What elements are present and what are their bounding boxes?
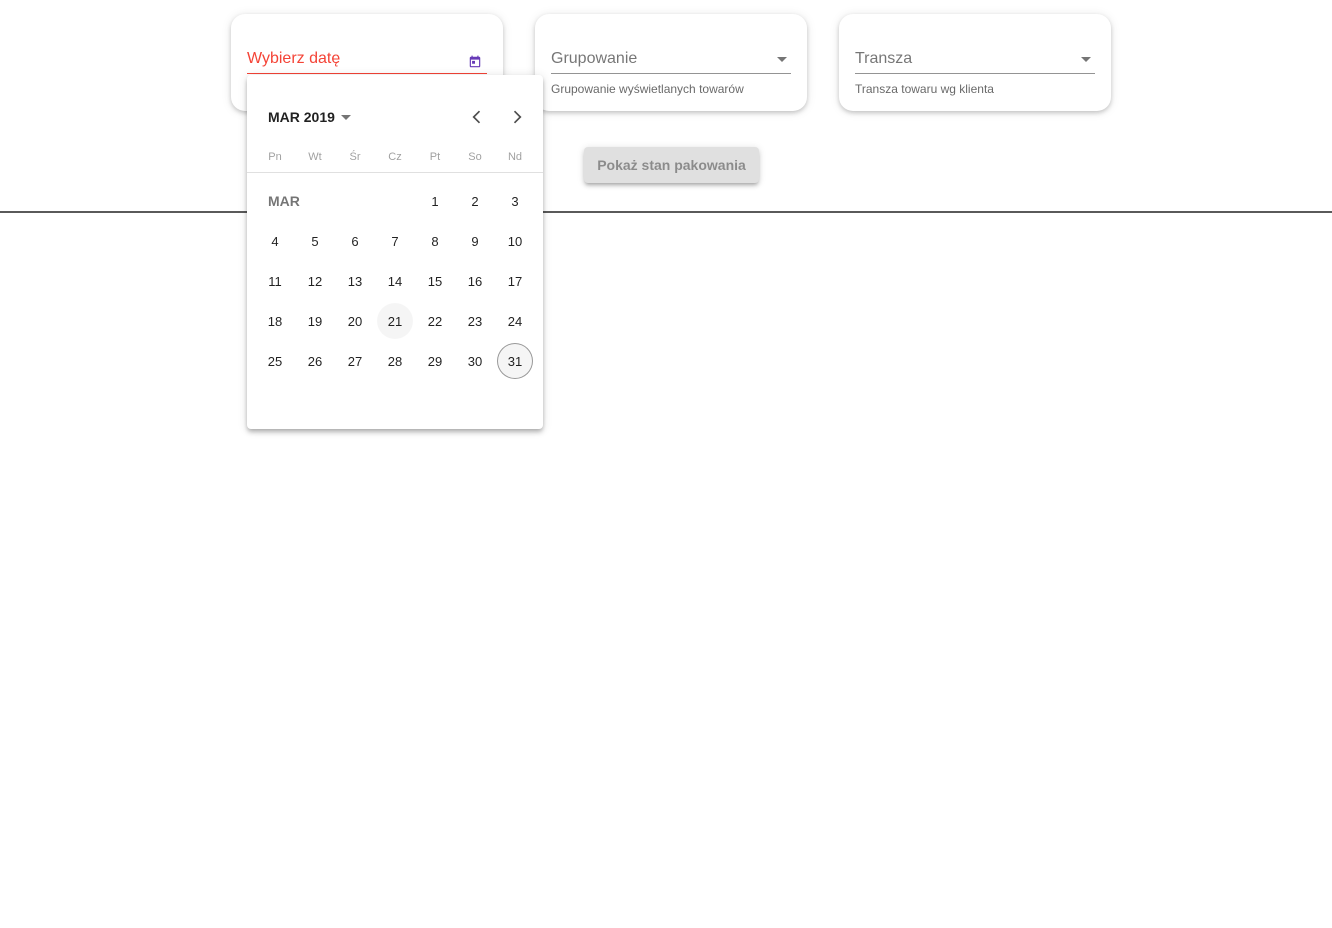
calendar-day[interactable]: 31 bbox=[497, 343, 533, 379]
calendar-day[interactable]: 9 bbox=[457, 223, 493, 259]
calendar-icon[interactable] bbox=[463, 50, 487, 74]
calendar-day[interactable]: 23 bbox=[457, 303, 493, 339]
dropdown-arrow-icon[interactable] bbox=[1081, 57, 1091, 62]
grouping-hint: Grupowanie wyświetlanych towarów bbox=[551, 82, 744, 96]
date-field-underline bbox=[247, 73, 487, 74]
chevron-left-icon bbox=[472, 110, 481, 124]
divider bbox=[0, 211, 1332, 213]
weekday-header: So bbox=[468, 151, 482, 163]
weekday-header: Pn bbox=[268, 151, 282, 163]
show-packing-status-button[interactable]: Pokaż stan pakowania bbox=[584, 147, 759, 183]
calendar-day[interactable]: 3 bbox=[497, 183, 533, 219]
calendar-day[interactable]: 10 bbox=[497, 223, 533, 259]
calendar-day[interactable]: 17 bbox=[497, 263, 533, 299]
calendar-day[interactable]: 24 bbox=[497, 303, 533, 339]
period-label: MAR 2019 bbox=[268, 109, 335, 125]
calendar-day[interactable]: 29 bbox=[417, 343, 453, 379]
calendar-day[interactable]: 11 bbox=[257, 263, 293, 299]
grouping-field-card: Grupowanie Grupowanie wyświetlanych towa… bbox=[535, 14, 807, 111]
previous-month-button[interactable] bbox=[459, 99, 495, 135]
calendar-day[interactable]: 5 bbox=[297, 223, 333, 259]
calendar-day[interactable]: 25 bbox=[257, 343, 293, 379]
grouping-underline bbox=[551, 73, 791, 74]
calendar-day[interactable]: 4 bbox=[257, 223, 293, 259]
calendar-day[interactable]: 2 bbox=[457, 183, 493, 219]
calendar-day[interactable]: 6 bbox=[337, 223, 373, 259]
tranche-select[interactable]: Transza bbox=[855, 50, 912, 68]
month-label: MAR bbox=[268, 193, 300, 209]
calendar-day[interactable]: 26 bbox=[297, 343, 333, 379]
calendar-day[interactable]: 16 bbox=[457, 263, 493, 299]
calendar-day[interactable]: 22 bbox=[417, 303, 453, 339]
calendar-day[interactable]: 18 bbox=[257, 303, 293, 339]
weekday-header: Pt bbox=[429, 151, 441, 163]
calendar-day[interactable]: 8 bbox=[417, 223, 453, 259]
calendar-day[interactable]: 30 bbox=[457, 343, 493, 379]
calendar-day[interactable]: 13 bbox=[337, 263, 373, 299]
tranche-hint: Transza towaru wg klienta bbox=[855, 82, 994, 96]
grouping-select[interactable]: Grupowanie bbox=[551, 50, 637, 68]
weekday-header: Wt bbox=[308, 151, 322, 163]
date-field-label[interactable]: Wybierz datę bbox=[247, 50, 340, 68]
next-month-button[interactable] bbox=[499, 99, 535, 135]
calendar-day[interactable]: 1 bbox=[417, 183, 453, 219]
calendar-day[interactable]: 15 bbox=[417, 263, 453, 299]
tranche-underline bbox=[855, 73, 1095, 74]
weekday-header: Śr bbox=[349, 151, 361, 163]
calendar-day[interactable]: 27 bbox=[337, 343, 373, 379]
tranche-field-card: Transza Transza towaru wg klienta bbox=[839, 14, 1111, 111]
dropdown-arrow-icon[interactable] bbox=[777, 57, 787, 62]
datepicker-popup: MAR 2019 MAR Pn Wt Śr Cz Pt So Nd 1 2 3 4 5 6 7 8 9 10 11… bbox=[247, 75, 543, 429]
calendar-day[interactable]: 20 bbox=[337, 303, 373, 339]
calendar-day[interactable]: 7 bbox=[377, 223, 413, 259]
chevron-down-icon bbox=[340, 114, 351, 120]
chevron-right-icon bbox=[513, 110, 522, 124]
calendar-day[interactable]: 19 bbox=[297, 303, 333, 339]
weekday-separator bbox=[247, 172, 543, 173]
calendar-day[interactable]: 14 bbox=[377, 263, 413, 299]
calendar-day[interactable]: 28 bbox=[377, 343, 413, 379]
calendar-day[interactable]: 21 bbox=[377, 303, 413, 339]
calendar-day[interactable]: 12 bbox=[297, 263, 333, 299]
period-button[interactable]: MAR 2019 bbox=[259, 103, 360, 131]
weekday-header: Nd bbox=[507, 151, 523, 163]
weekday-header: Cz bbox=[388, 151, 402, 163]
